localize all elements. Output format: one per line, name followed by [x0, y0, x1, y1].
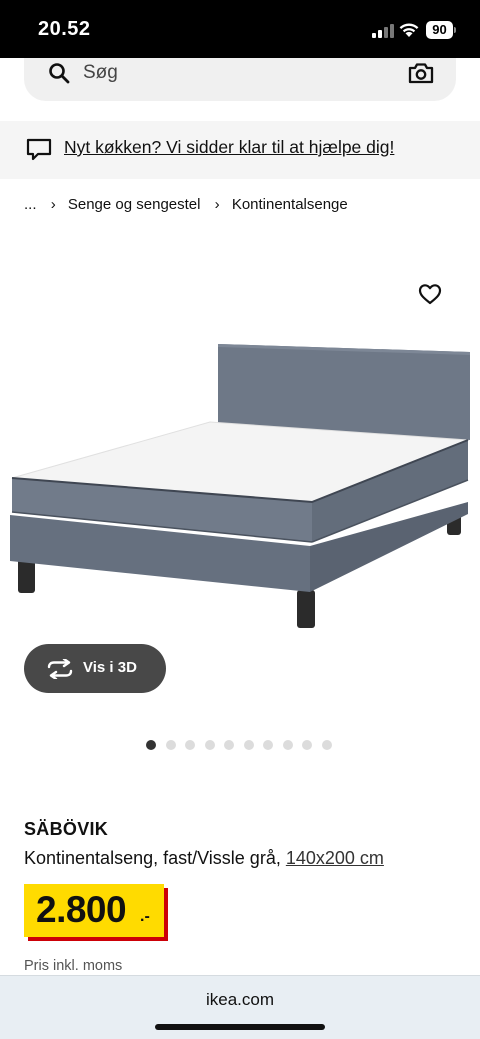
carousel-dot[interactable] — [204, 740, 215, 750]
help-link[interactable]: Nyt køkken? Vi sidder klar til at hjælpe… — [64, 137, 394, 158]
product-size-link[interactable]: 140x200 cm — [286, 848, 384, 868]
home-indicator[interactable] — [155, 1024, 325, 1030]
product-description-text: Kontinentalseng, fast/Vissle grå, — [24, 848, 281, 868]
product-image[interactable] — [0, 330, 480, 640]
carousel-dots — [146, 740, 332, 750]
search-area: Søg — [0, 58, 480, 116]
view-3d-button[interactable]: Vis i 3D — [24, 644, 166, 693]
search-input[interactable]: Søg — [24, 58, 456, 101]
chevron-right-icon: › — [214, 196, 220, 213]
price-value: 2.800 — [36, 889, 127, 930]
heart-icon[interactable] — [418, 283, 442, 305]
price-tag: 2.800 .- — [24, 884, 168, 941]
carousel-dot[interactable] — [224, 740, 234, 750]
breadcrumb-item-senge[interactable]: Senge og sengestel — [68, 196, 201, 213]
carousel-dot[interactable] — [243, 740, 254, 750]
battery-level: 90 — [426, 21, 453, 39]
search-placeholder: Søg — [83, 62, 118, 83]
search-icon — [49, 63, 70, 84]
status-bar: 20.52 90 — [0, 0, 480, 58]
carousel-dot[interactable] — [282, 740, 293, 750]
price-suffix: .- — [140, 908, 150, 925]
view-3d-label: Vis i 3D — [83, 659, 137, 676]
rotate-3d-icon — [47, 659, 73, 679]
battery-indicator: 90 — [426, 21, 456, 39]
wifi-icon — [399, 23, 419, 37]
camera-icon[interactable] — [408, 61, 434, 85]
carousel-dot[interactable] — [321, 740, 332, 750]
help-banner[interactable]: Nyt køkken? Vi sidder klar til at hjælpe… — [0, 121, 480, 179]
status-time: 20.52 — [38, 18, 91, 40]
price-box: 2.800 .- — [24, 884, 164, 937]
carousel-dot[interactable] — [146, 740, 156, 750]
breadcrumb: ... › Senge og sengestel › Kontinentalse… — [24, 196, 348, 213]
carousel-dot[interactable] — [165, 740, 176, 750]
product-description: Kontinentalseng, fast/Vissle grå, 140x20… — [24, 848, 384, 869]
breadcrumb-ellipsis[interactable]: ... — [24, 196, 37, 213]
browser-address-bar[interactable]: ikea.com — [0, 975, 480, 1039]
chevron-right-icon: › — [50, 196, 56, 213]
url-text[interactable]: ikea.com — [0, 990, 480, 1010]
carousel-dot[interactable] — [302, 740, 312, 750]
breadcrumb-item-kontinentalsenge[interactable]: Kontinentalsenge — [232, 196, 348, 213]
signal-icon — [372, 24, 394, 38]
chat-icon — [26, 138, 52, 161]
battery-tip — [454, 27, 456, 33]
carousel-dot[interactable] — [263, 740, 273, 750]
vat-note: Pris inkl. moms — [24, 958, 123, 974]
carousel-dot[interactable] — [185, 740, 195, 750]
product-name: SÄBÖVIK — [24, 819, 109, 839]
